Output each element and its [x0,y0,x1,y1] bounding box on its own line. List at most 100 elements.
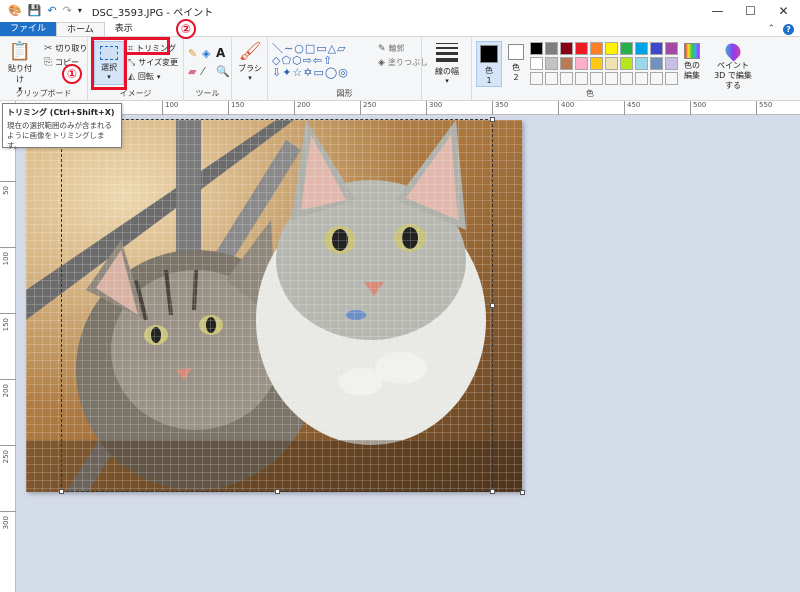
tab-view[interactable]: 表示 [105,22,143,36]
palette-swatch[interactable] [620,57,633,70]
color2-number: 2 [513,73,519,82]
palette-swatch[interactable] [605,57,618,70]
palette-swatch-empty[interactable] [605,72,618,85]
chevron-down-icon: ▾ [248,74,252,82]
minimize-button[interactable]: — [701,0,734,22]
palette-swatch[interactable] [650,42,663,55]
tooltip-body: 現在の選択範囲のみが含まれるように画像をトリミングします。 [7,121,112,150]
size-button[interactable]: 線の幅 ▾ [430,43,464,85]
size-label: 線の幅 [435,67,459,76]
size-group: 線の幅 ▾ [422,37,472,101]
selection-handle[interactable] [490,117,495,122]
palette-swatch-empty[interactable] [635,72,648,85]
ruler-tick: 50 [0,181,16,201]
palette-swatch-empty[interactable] [650,72,663,85]
crop-tooltip: トリミング (Ctrl+Shift+X) 現在の選択範囲のみが含まれるように画像… [2,103,122,150]
tab-file[interactable]: ファイル [0,22,57,36]
shapes-group-label: 図形 [336,89,353,98]
save-icon[interactable]: 💾 [28,0,42,22]
palette-swatch-empty[interactable] [590,72,603,85]
brush-icon: 🖌 [238,41,262,62]
color2-label: 色 [512,63,520,72]
selection-handle[interactable] [490,489,495,494]
paint-window: 🎨 💾 ↶ ↷ ▾ DSC_3593.JPG - ペイント — ☐ ✕ ファイル… [0,0,800,592]
ruler-tick: 250 [360,101,376,115]
selection-rectangle[interactable] [59,117,495,494]
palette-swatch-empty[interactable] [575,72,588,85]
close-button[interactable]: ✕ [767,0,800,22]
customize-quick-access-icon[interactable]: ▾ [78,0,82,22]
color-picker-icon[interactable]: ⁄ [202,65,204,78]
pencil-icon[interactable]: ✎ [188,47,197,60]
maximize-button[interactable]: ☐ [734,0,767,22]
paste-button[interactable]: 📋 貼り付け ▾ [6,41,34,93]
window-controls: — ☐ ✕ [701,0,800,22]
rotate-button[interactable]: ◭ 回転 ▾ [128,71,160,82]
palette-swatch[interactable] [560,57,573,70]
resize-icon: ⤡ [128,57,136,68]
undo-icon[interactable]: ↶ [47,0,56,22]
redo-icon[interactable]: ↷ [63,0,72,22]
outline-icon: ✎ [378,43,386,54]
palette-swatch[interactable] [530,42,543,55]
select-highlight-box [91,37,127,90]
color1-button[interactable]: 色 1 [476,41,502,87]
selection-handle[interactable] [490,303,495,308]
palette-swatch-empty[interactable] [560,72,573,85]
palette-swatch[interactable] [635,42,648,55]
palette-swatch[interactable] [620,42,633,55]
palette-swatch[interactable] [665,57,678,70]
palette-swatch[interactable] [530,57,543,70]
color2-swatch [508,44,524,60]
text-icon[interactable]: A [216,46,225,60]
window-title: DSC_3593.JPG - ペイント [91,7,214,19]
selection-handle[interactable] [275,489,280,494]
shape-outline-button[interactable]: ✎ 輪郭 [378,43,405,54]
shape-fill-button[interactable]: ◈ 塗りつぶし [378,57,428,68]
palette-swatch[interactable] [545,57,558,70]
palette-swatch[interactable] [575,42,588,55]
edit-colors-button[interactable]: 色の編集 [678,41,706,81]
ribbon-tabs: ファイル ホーム 表示 ⌃ ? [0,22,800,36]
tab-home[interactable]: ホーム [56,22,105,36]
canvas-resize-handle[interactable] [520,490,525,495]
palette-swatch[interactable] [575,57,588,70]
paint-app-icon: 🎨 [8,4,22,17]
brushes-label: ブラシ [238,64,262,73]
palette-swatch[interactable] [635,57,648,70]
shape-gallery[interactable]: ＼∼○□▭△▱ ◇⬠⬡⇨⇦⇧ ⇩✦☆✡▭◯◎ [272,43,372,81]
ruler-tick: 250 [0,445,16,465]
edit-colors-label: 色の編集 [684,61,700,80]
resize-button[interactable]: ⤡ サイズ変更 [128,57,178,68]
clipboard-group-label: クリップボード [15,89,72,98]
eraser-icon[interactable]: ▰ [188,65,196,78]
palette-swatch[interactable] [590,42,603,55]
palette-swatch[interactable] [650,57,663,70]
selection-handle[interactable] [59,489,64,494]
palette-swatch[interactable] [665,42,678,55]
paint3d-label: ペイント 3D で編集する [714,61,752,90]
palette-swatch-empty[interactable] [545,72,558,85]
color-palette [530,42,680,87]
magnifier-icon[interactable]: 🔍 [216,65,230,78]
collapse-ribbon-icon[interactable]: ⌃ [767,24,775,34]
chevron-down-icon: ▾ [445,77,449,85]
palette-swatch[interactable] [560,42,573,55]
help-icon[interactable]: ? [783,23,794,35]
ruler-tick: 200 [0,379,16,399]
edit-with-paint3d-button[interactable]: ペイント 3D で編集する [710,40,756,91]
color1-label: 色 [485,66,493,75]
cut-button[interactable]: ✂ 切り取り [44,43,87,54]
fill-bucket-icon[interactable]: ◈ [202,47,210,60]
palette-swatch-empty[interactable] [620,72,633,85]
palette-swatch-empty[interactable] [665,72,678,85]
tools-group-label: ツール [195,89,220,98]
palette-swatch[interactable] [590,57,603,70]
brushes-button[interactable]: 🖌 ブラシ ▾ [234,41,266,82]
ruler-tick: 300 [0,511,16,531]
palette-swatch-empty[interactable] [530,72,543,85]
shape-row-3: ⇩✦☆✡▭◯◎ [272,66,349,79]
palette-swatch[interactable] [605,42,618,55]
color2-button[interactable]: 色 2 [504,41,528,82]
palette-swatch[interactable] [545,42,558,55]
